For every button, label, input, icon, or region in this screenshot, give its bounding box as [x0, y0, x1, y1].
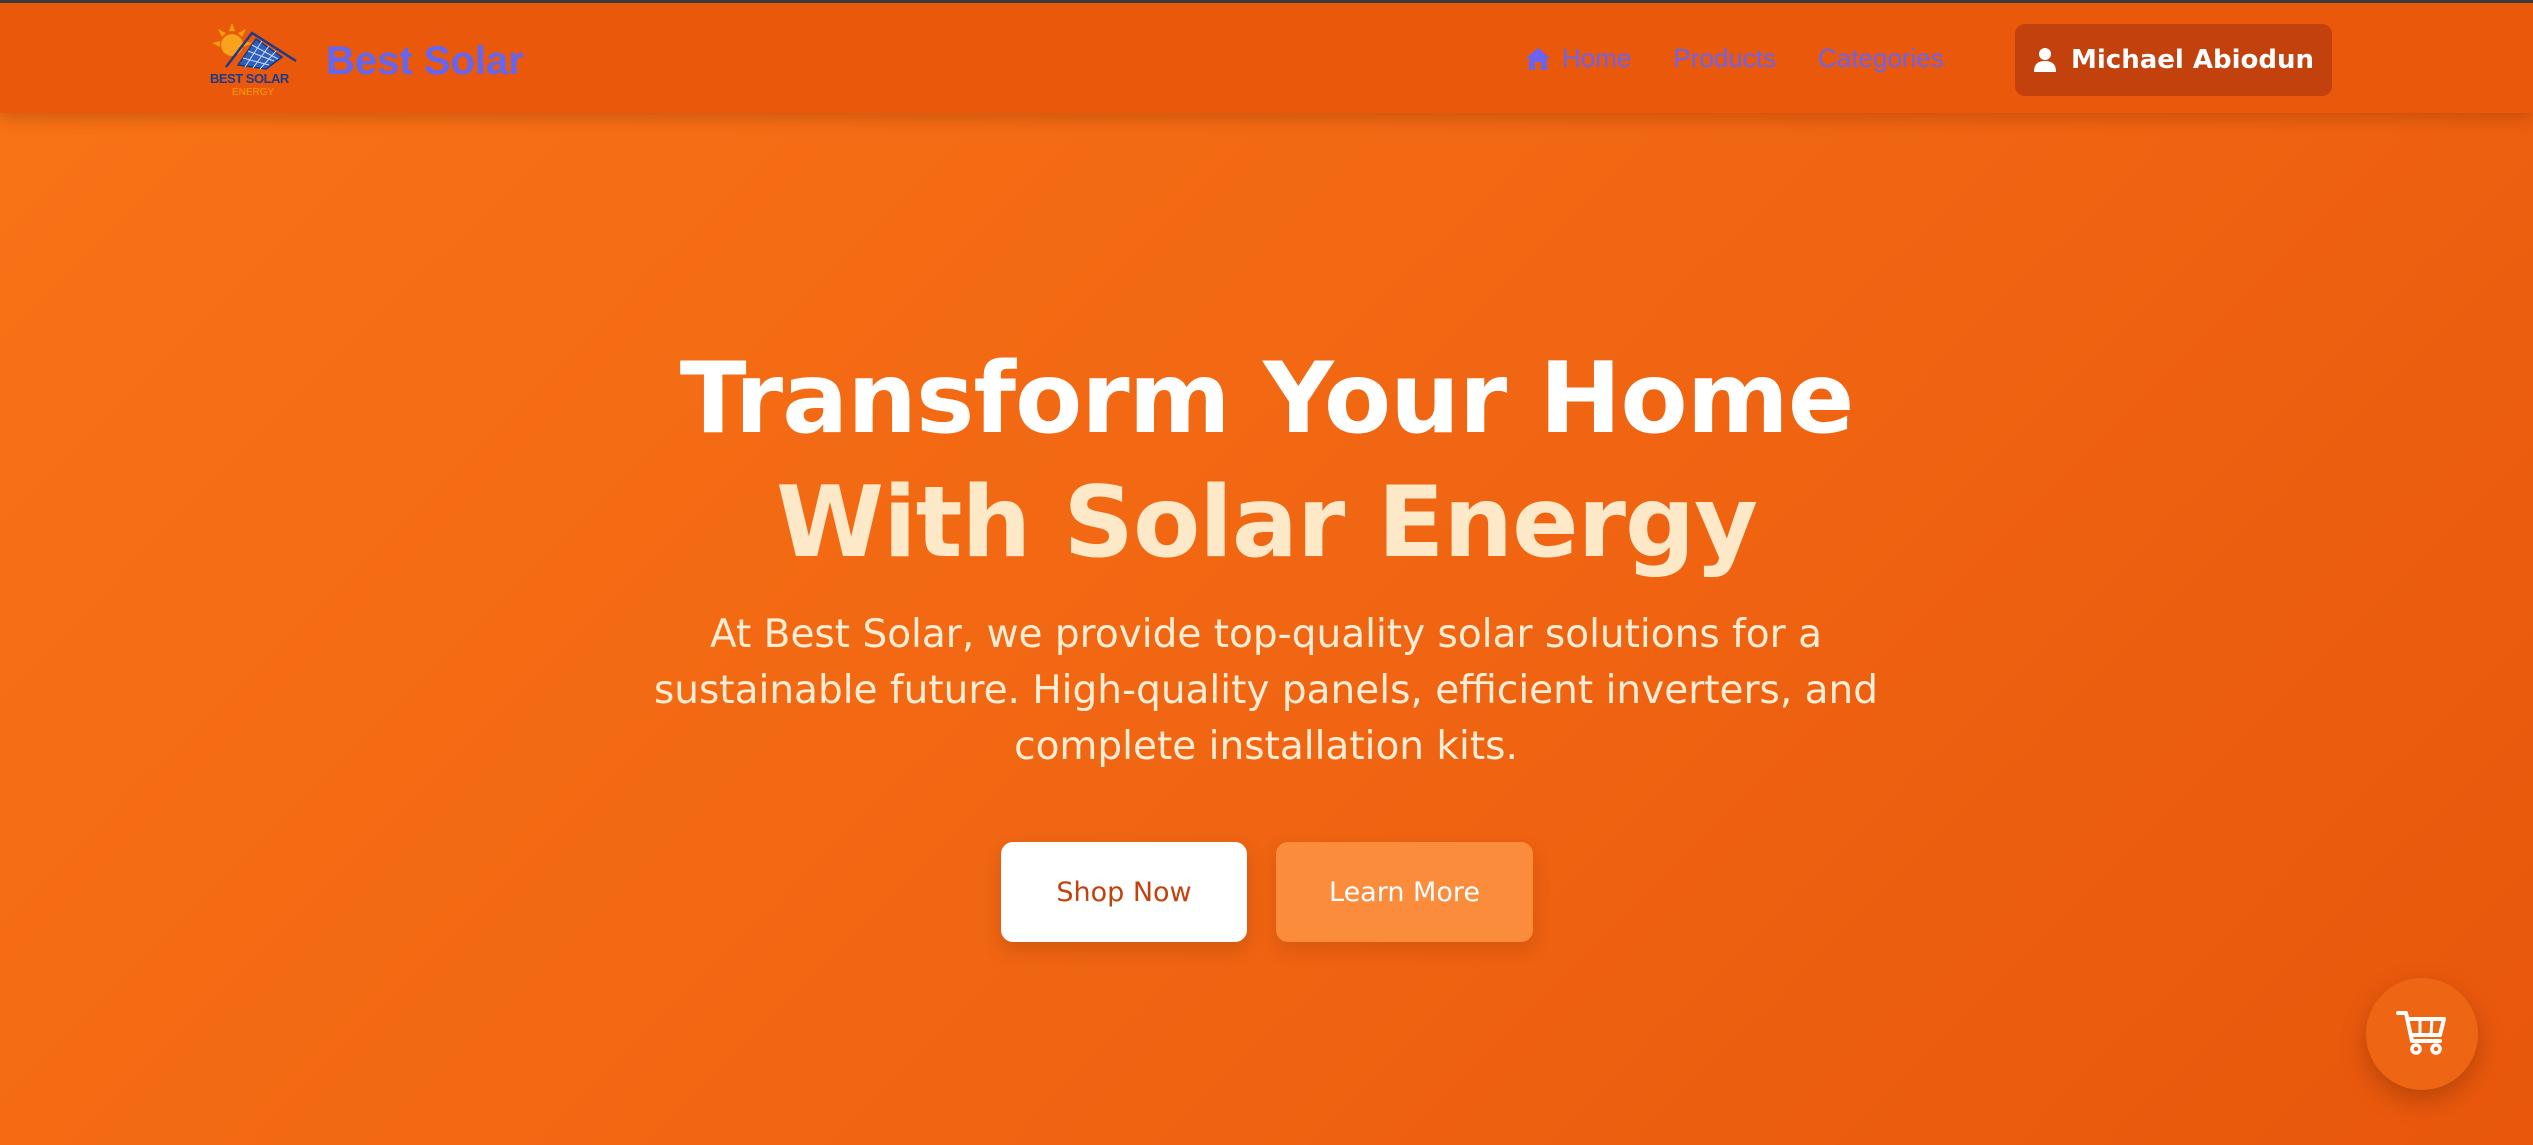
solar-panel-sun-logo-icon: [212, 23, 297, 70]
hero-headline-line1: Transform Your Home: [679, 342, 1855, 456]
user-name: Michael Abiodun: [2071, 45, 2314, 75]
home-icon: [1524, 46, 1552, 72]
nav-link-label: Categories: [1817, 43, 1944, 73]
shop-now-button[interactable]: Shop Now: [1001, 842, 1247, 942]
main-nav: Home Products Categories: [1524, 43, 1944, 74]
hero-section: Transform Your Home With Solar Energy At…: [0, 113, 2533, 1145]
cart-button[interactable]: [2366, 978, 2478, 1090]
nav-link-categories[interactable]: Categories: [1818, 43, 1944, 74]
user-account-button[interactable]: Michael Abiodun: [2015, 24, 2332, 96]
hero-cta-group: Shop Now Learn More: [0, 842, 2533, 942]
cart-icon: [2396, 1007, 2448, 1061]
user-icon: [2033, 47, 2057, 73]
nav-link-label: Home: [1562, 43, 1632, 73]
logo-text: BEST SOLAR: [210, 71, 289, 86]
brand-name[interactable]: Best Solar: [326, 39, 524, 84]
logo-subtext: ENERGY: [232, 87, 275, 98]
navbar: BEST SOLAR ENERGY Best Solar Home Produc…: [0, 0, 2533, 113]
hero-headline: Transform Your Home With Solar Energy: [0, 337, 2533, 585]
brand[interactable]: BEST SOLAR ENERGY Best Solar: [208, 21, 524, 101]
nav-link-home[interactable]: Home: [1524, 43, 1631, 74]
nav-link-label: Products: [1673, 43, 1776, 73]
brand-logo: BEST SOLAR ENERGY: [208, 21, 300, 101]
nav-link-products[interactable]: Products: [1673, 43, 1776, 74]
hero-description: At Best Solar, we provide top-quality so…: [653, 612, 1879, 769]
hero-headline-line2: With Solar Energy: [775, 466, 1758, 580]
learn-more-button[interactable]: Learn More: [1276, 842, 1533, 942]
